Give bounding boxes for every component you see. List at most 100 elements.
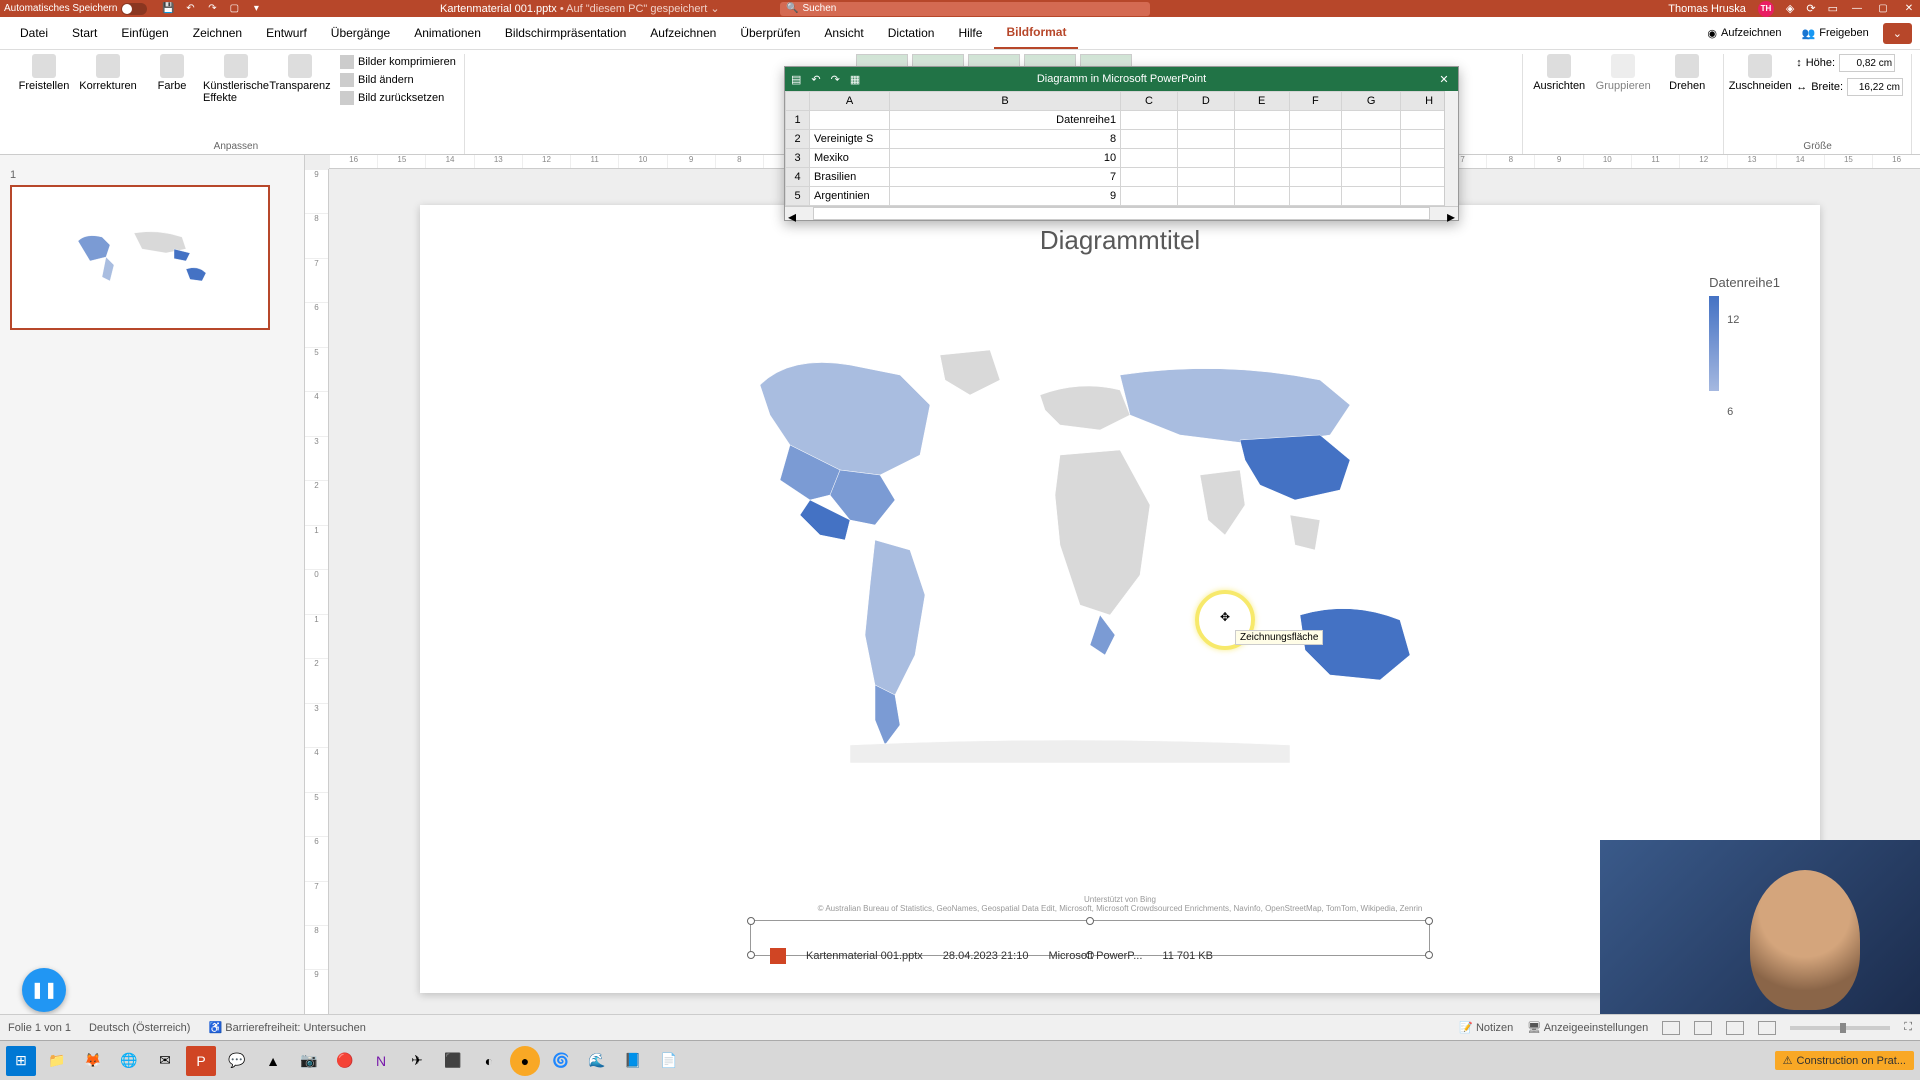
aufzeichnen-button[interactable]: ◉ Aufzeichnen <box>1701 23 1787 44</box>
diamond-icon[interactable]: ◈ <box>1786 2 1794 15</box>
maximize-button[interactable]: ▢ <box>1876 2 1890 16</box>
explorer-icon[interactable]: 📁 <box>42 1046 72 1076</box>
korrekturen-button[interactable]: Korrekturen <box>80 54 136 92</box>
reading-view-button[interactable] <box>1726 1021 1744 1035</box>
powerpoint-icon[interactable]: P <box>186 1046 216 1076</box>
tab-ueberpruefen[interactable]: Überprüfen <box>728 18 812 48</box>
windows-taskbar[interactable]: ⊞ 📁 🦊 🌐 ✉ P 💬 ▲ 📷 🔴 N ✈ ⬛ ◐ ● 🌀 🌊 📘 📄 ⚠ … <box>0 1040 1920 1080</box>
chart-legend[interactable]: Datenreihe1 12 6 <box>1709 275 1780 391</box>
de-menu-icon[interactable]: ▤ <box>791 73 801 86</box>
username-label[interactable]: Thomas Hruska <box>1668 3 1746 15</box>
de-redo-icon[interactable]: ↷ <box>831 73 840 86</box>
display-settings-button[interactable]: 🖥 Anzeigeeinstellungen <box>1527 1021 1648 1034</box>
accessibility-status[interactable]: ♿ Barrierefreiheit: Untersuchen <box>208 1021 365 1034</box>
fit-to-window-button[interactable]: ⛶ <box>1904 1021 1912 1034</box>
start-button[interactable]: ⊞ <box>6 1046 36 1076</box>
app-icon[interactable]: ◐ <box>474 1046 504 1076</box>
tab-animationen[interactable]: Animationen <box>402 18 493 48</box>
data-editor-close-button[interactable]: ✕ <box>1436 73 1452 86</box>
zoom-slider[interactable] <box>1790 1026 1890 1030</box>
width-input[interactable] <box>1847 78 1903 96</box>
komprimieren-button[interactable]: Bilder komprimieren <box>340 54 456 70</box>
recording-pause-button[interactable]: ❚❚ <box>22 968 66 1012</box>
tab-aufzeichnen[interactable]: Aufzeichnen <box>638 18 728 48</box>
height-spinner[interactable]: ↕ Höhe: <box>1796 54 1903 72</box>
app-icon[interactable]: 🌀 <box>546 1046 576 1076</box>
telegram-icon[interactable]: ✈ <box>402 1046 432 1076</box>
ausrichten-button[interactable]: Ausrichten <box>1531 54 1587 92</box>
slide-thumbnail[interactable] <box>10 185 270 330</box>
height-input[interactable] <box>1839 54 1895 72</box>
firefox-icon[interactable]: 🦊 <box>78 1046 108 1076</box>
tab-dictation[interactable]: Dictation <box>876 18 947 48</box>
app-icon[interactable]: 📷 <box>294 1046 324 1076</box>
present-icon[interactable]: ▢ <box>227 2 241 16</box>
save-icon[interactable]: 💾 <box>161 2 175 16</box>
slide-thumbnails-panel[interactable]: 1 <box>0 155 305 1014</box>
minimize-button[interactable]: — <box>1850 2 1864 16</box>
zuruecksetzen-button[interactable]: Bild zurücksetzen <box>340 90 456 106</box>
data-editor-titlebar[interactable]: ▤ ↶ ↷ ▦ Diagramm in Microsoft PowerPoint… <box>785 67 1458 91</box>
more-icon[interactable]: ▾ <box>249 2 263 16</box>
freistellen-button[interactable]: Freistellen <box>16 54 72 92</box>
tab-ansicht[interactable]: Ansicht <box>812 18 875 48</box>
toggle-switch-icon[interactable] <box>121 3 147 15</box>
share-arrow-button[interactable]: ⌄ <box>1883 23 1912 44</box>
outlook-icon[interactable]: ✉ <box>150 1046 180 1076</box>
language-indicator[interactable]: Deutsch (Österreich) <box>89 1022 190 1034</box>
width-spinner[interactable]: ↔ Breite: <box>1796 78 1903 96</box>
document-title[interactable]: Kartenmaterial 001.pptx • Auf "diesem PC… <box>440 2 720 15</box>
tab-hilfe[interactable]: Hilfe <box>946 18 994 48</box>
chrome-icon[interactable]: 🌐 <box>114 1046 144 1076</box>
gruppieren-button[interactable]: Gruppieren <box>1595 54 1651 92</box>
de-undo-icon[interactable]: ↶ <box>811 73 820 86</box>
drehen-button[interactable]: Drehen <box>1659 54 1715 92</box>
horizontal-scrollbar[interactable]: ◂▸ <box>785 206 1458 220</box>
freigeben-button[interactable]: 👥 Freigeben <box>1796 23 1875 44</box>
de-grid-icon[interactable]: ▦ <box>850 73 860 86</box>
undo-icon[interactable]: ↶ <box>183 2 197 16</box>
vertical-scrollbar[interactable] <box>1444 91 1458 206</box>
app-icon[interactable]: 📘 <box>618 1046 648 1076</box>
sorter-view-button[interactable] <box>1694 1021 1712 1035</box>
recorder-icon[interactable]: ● <box>510 1046 540 1076</box>
app-icon[interactable]: 📄 <box>654 1046 684 1076</box>
tab-datei[interactable]: Datei <box>8 18 60 48</box>
close-button[interactable]: ✕ <box>1902 2 1916 16</box>
redo-icon[interactable]: ↷ <box>205 2 219 16</box>
search-input[interactable]: 🔍 Suchen <box>780 2 1150 16</box>
autosave-toggle[interactable]: Automatisches Speichern <box>4 3 147 15</box>
edge-icon[interactable]: 🌊 <box>582 1046 612 1076</box>
world-map-chart[interactable] <box>700 325 1440 765</box>
normal-view-button[interactable] <box>1662 1021 1680 1035</box>
onenote-icon[interactable]: N <box>366 1046 396 1076</box>
tab-einfuegen[interactable]: Einfügen <box>109 18 180 48</box>
ribbon-mode-icon[interactable]: ▭ <box>1828 2 1838 15</box>
embedded-file-row[interactable]: Kartenmaterial 001.pptx 28.04.2023 21:10… <box>770 944 1430 968</box>
crop-icon <box>1748 54 1772 78</box>
tab-bildformat[interactable]: Bildformat <box>994 17 1078 49</box>
farbe-button[interactable]: Farbe <box>144 54 200 92</box>
data-grid[interactable]: ABCDEFGH 1Datenreihe12Vereinigte S83Mexi… <box>785 91 1458 206</box>
vlc-icon[interactable]: ▲ <box>258 1046 288 1076</box>
bild-aendern-button[interactable]: Bild ändern <box>340 72 456 88</box>
app-icon[interactable]: ⬛ <box>438 1046 468 1076</box>
chart-data-editor[interactable]: ▤ ↶ ↷ ▦ Diagramm in Microsoft PowerPoint… <box>784 66 1459 221</box>
sync-icon[interactable]: ⟳ <box>1806 2 1815 15</box>
tab-bildschirm[interactable]: Bildschirmpräsentation <box>493 18 638 48</box>
app-icon[interactable]: 💬 <box>222 1046 252 1076</box>
notes-button[interactable]: 📝 Notizen <box>1459 1021 1513 1034</box>
slide-counter[interactable]: Folie 1 von 1 <box>8 1022 71 1034</box>
effekte-button[interactable]: Künstlerische Effekte <box>208 54 264 104</box>
tab-start[interactable]: Start <box>60 18 109 48</box>
tab-zeichnen[interactable]: Zeichnen <box>181 18 254 48</box>
tab-uebergaenge[interactable]: Übergänge <box>319 18 402 48</box>
slideshow-view-button[interactable] <box>1758 1021 1776 1035</box>
avatar[interactable]: TH <box>1758 1 1774 17</box>
transparenz-button[interactable]: Transparenz <box>272 54 328 92</box>
chart-title[interactable]: Diagrammtitel <box>420 225 1820 256</box>
tab-entwurf[interactable]: Entwurf <box>254 18 319 48</box>
app-icon[interactable]: 🔴 <box>330 1046 360 1076</box>
traffic-widget[interactable]: ⚠ Construction on Prat... <box>1775 1051 1914 1070</box>
zuschneiden-button[interactable]: Zuschneiden <box>1732 54 1788 92</box>
